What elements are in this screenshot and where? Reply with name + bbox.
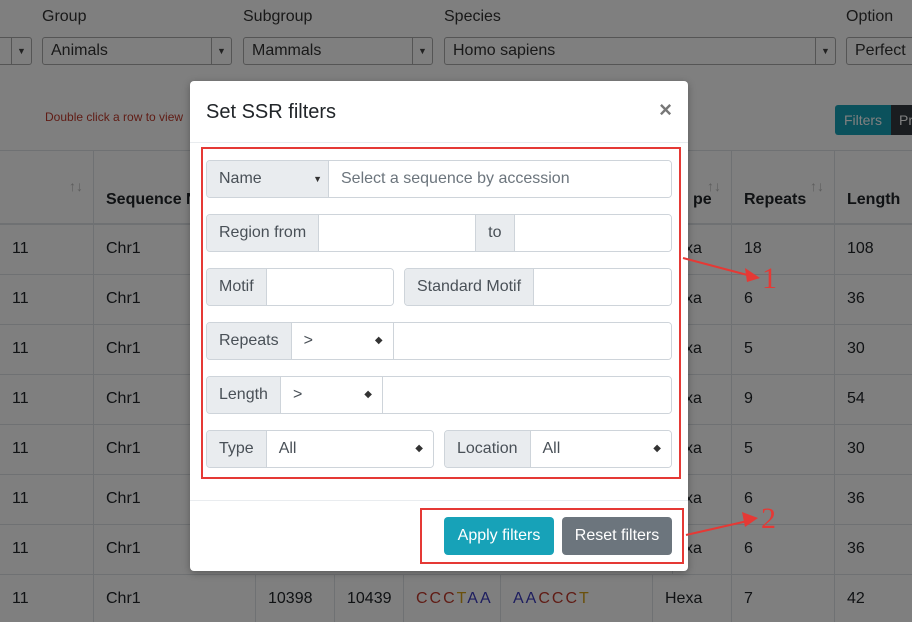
annotation-arrowhead-2: [742, 512, 758, 527]
annotation-arrow-2: [685, 519, 753, 536]
annotation-arrowhead-1: [745, 268, 760, 282]
annotation-label-1: 1: [762, 262, 777, 295]
annotation-label-2: 2: [761, 502, 776, 535]
annotation-arrow-1: [682, 257, 756, 278]
